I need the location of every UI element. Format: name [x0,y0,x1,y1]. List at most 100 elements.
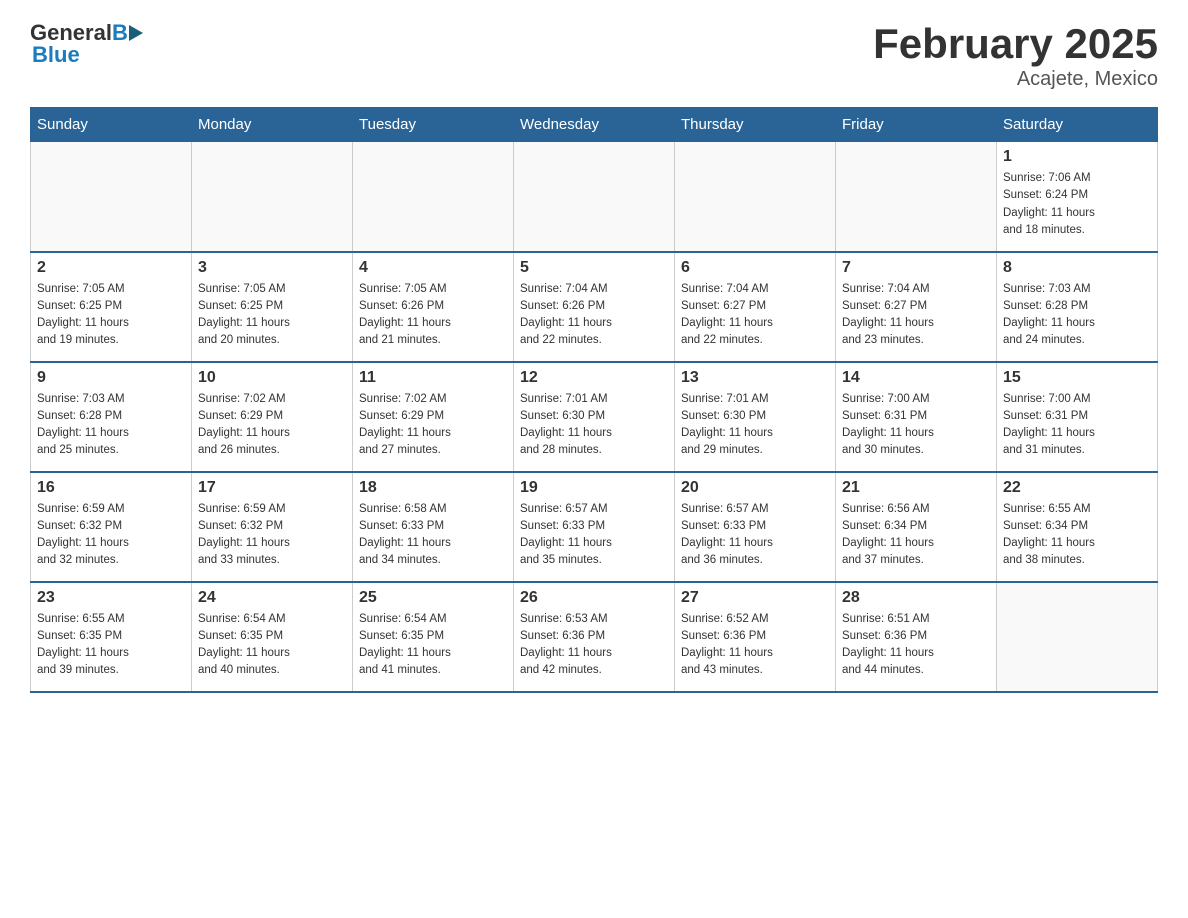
day-number: 21 [842,479,990,497]
calendar-cell [514,142,675,252]
calendar-table: SundayMondayTuesdayWednesdayThursdayFrid… [30,107,1158,693]
calendar-cell: 3 Sunrise: 7:05 AM Sunset: 6:25 PM Daylig… [192,252,353,362]
weekday-header-wednesday: Wednesday [514,108,675,142]
calendar-cell: 26 Sunrise: 6:53 AM Sunset: 6:36 PM Dayli… [514,582,675,692]
day-info: Sunrise: 7:03 AM Sunset: 6:28 PM Dayligh… [37,391,185,460]
calendar-cell: 24 Sunrise: 6:54 AM Sunset: 6:35 PM Dayli… [192,582,353,692]
calendar-cell: 28Sunrise: 6:51 AM Sunset: 6:36 PM Dayli… [836,582,997,692]
day-info: Sunrise: 6:57 AM Sunset: 6:33 PM Dayligh… [681,501,829,570]
weekday-header-tuesday: Tuesday [353,108,514,142]
day-info: Sunrise: 6:53 AM Sunset: 6:36 PM Dayligh… [520,611,668,680]
day-number: 10 [198,369,346,387]
day-number: 19 [520,479,668,497]
calendar-cell [836,142,997,252]
day-number: 20 [681,479,829,497]
calendar-cell: 27 Sunrise: 6:52 AM Sunset: 6:36 PM Dayli… [675,582,836,692]
page-header: General B Blue February 2025 Acajete, Me… [30,20,1158,91]
day-number: 13 [681,369,829,387]
day-number: 24 [198,589,346,607]
day-info: Sunrise: 6:55 AM Sunset: 6:35 PM Dayligh… [37,611,185,680]
day-number: 17 [198,479,346,497]
calendar-cell: 20 Sunrise: 6:57 AM Sunset: 6:33 PM Dayli… [675,472,836,582]
day-number: 12 [520,369,668,387]
day-number: 25 [359,589,507,607]
logo-b-text: B [112,20,128,46]
calendar-cell: 9 Sunrise: 7:03 AM Sunset: 6:28 PM Daylig… [31,362,192,472]
calendar-cell [192,142,353,252]
day-info: Sunrise: 6:54 AM Sunset: 6:35 PM Dayligh… [359,611,507,680]
logo-blue-text: Blue [30,42,80,68]
day-number: 5 [520,259,668,277]
day-number: 27 [681,589,829,607]
title-area: February 2025 Acajete, Mexico [873,20,1158,91]
day-info: Sunrise: 7:06 AM Sunset: 6:24 PM Dayligh… [1003,170,1151,239]
day-number: 6 [681,259,829,277]
calendar-cell: 13 Sunrise: 7:01 AM Sunset: 6:30 PM Dayli… [675,362,836,472]
calendar-cell: 8Sunrise: 7:03 AM Sunset: 6:28 PM Daylig… [997,252,1158,362]
day-number: 26 [520,589,668,607]
day-info: Sunrise: 7:05 AM Sunset: 6:25 PM Dayligh… [198,281,346,350]
calendar-cell: 5 Sunrise: 7:04 AM Sunset: 6:26 PM Daylig… [514,252,675,362]
day-info: Sunrise: 6:55 AM Sunset: 6:34 PM Dayligh… [1003,501,1151,570]
day-info: Sunrise: 7:00 AM Sunset: 6:31 PM Dayligh… [842,391,990,460]
weekday-header-row: SundayMondayTuesdayWednesdayThursdayFrid… [31,108,1158,142]
day-info: Sunrise: 7:00 AM Sunset: 6:31 PM Dayligh… [1003,391,1151,460]
day-number: 11 [359,369,507,387]
calendar-cell: 6 Sunrise: 7:04 AM Sunset: 6:27 PM Daylig… [675,252,836,362]
calendar-cell: 7Sunrise: 7:04 AM Sunset: 6:27 PM Daylig… [836,252,997,362]
calendar-cell: 12Sunrise: 7:01 AM Sunset: 6:30 PM Dayli… [514,362,675,472]
day-info: Sunrise: 7:02 AM Sunset: 6:29 PM Dayligh… [359,391,507,460]
day-info: Sunrise: 7:05 AM Sunset: 6:25 PM Dayligh… [37,281,185,350]
calendar-week-row: 9 Sunrise: 7:03 AM Sunset: 6:28 PM Daylig… [31,362,1158,472]
day-info: Sunrise: 7:03 AM Sunset: 6:28 PM Dayligh… [1003,281,1151,350]
weekday-header-saturday: Saturday [997,108,1158,142]
day-info: Sunrise: 6:59 AM Sunset: 6:32 PM Dayligh… [37,501,185,570]
day-info: Sunrise: 7:02 AM Sunset: 6:29 PM Dayligh… [198,391,346,460]
weekday-header-thursday: Thursday [675,108,836,142]
day-number: 16 [37,479,185,497]
calendar-cell: 22 Sunrise: 6:55 AM Sunset: 6:34 PM Dayli… [997,472,1158,582]
day-number: 22 [1003,479,1151,497]
day-number: 3 [198,259,346,277]
calendar-cell: 14 Sunrise: 7:00 AM Sunset: 6:31 PM Dayli… [836,362,997,472]
calendar-week-row: 2 Sunrise: 7:05 AM Sunset: 6:25 PM Daylig… [31,252,1158,362]
calendar-cell [997,582,1158,692]
day-info: Sunrise: 6:51 AM Sunset: 6:36 PM Dayligh… [842,611,990,680]
weekday-header-friday: Friday [836,108,997,142]
day-info: Sunrise: 6:52 AM Sunset: 6:36 PM Dayligh… [681,611,829,680]
calendar-cell: 1 Sunrise: 7:06 AM Sunset: 6:24 PM Daylig… [997,142,1158,252]
weekday-header-sunday: Sunday [31,108,192,142]
day-number: 14 [842,369,990,387]
calendar-cell: 10 Sunrise: 7:02 AM Sunset: 6:29 PM Dayli… [192,362,353,472]
day-number: 1 [1003,148,1151,166]
day-number: 2 [37,259,185,277]
calendar-cell [31,142,192,252]
calendar-cell: 4Sunrise: 7:05 AM Sunset: 6:26 PM Daylig… [353,252,514,362]
calendar-cell: 19 Sunrise: 6:57 AM Sunset: 6:33 PM Dayli… [514,472,675,582]
day-info: Sunrise: 7:04 AM Sunset: 6:26 PM Dayligh… [520,281,668,350]
day-number: 23 [37,589,185,607]
month-year-title: February 2025 [873,20,1158,68]
calendar-week-row: 16 Sunrise: 6:59 AM Sunset: 6:32 PM Dayli… [31,472,1158,582]
calendar-week-row: 23 Sunrise: 6:55 AM Sunset: 6:35 PM Dayli… [31,582,1158,692]
day-info: Sunrise: 6:54 AM Sunset: 6:35 PM Dayligh… [198,611,346,680]
calendar-cell: 16 Sunrise: 6:59 AM Sunset: 6:32 PM Dayli… [31,472,192,582]
day-info: Sunrise: 7:01 AM Sunset: 6:30 PM Dayligh… [681,391,829,460]
calendar-cell: 15 Sunrise: 7:00 AM Sunset: 6:31 PM Dayli… [997,362,1158,472]
day-number: 15 [1003,369,1151,387]
day-number: 4 [359,259,507,277]
day-info: Sunrise: 6:56 AM Sunset: 6:34 PM Dayligh… [842,501,990,570]
location-title: Acajete, Mexico [873,68,1158,91]
day-info: Sunrise: 7:04 AM Sunset: 6:27 PM Dayligh… [681,281,829,350]
calendar-cell: 25 Sunrise: 6:54 AM Sunset: 6:35 PM Dayli… [353,582,514,692]
day-info: Sunrise: 6:57 AM Sunset: 6:33 PM Dayligh… [520,501,668,570]
day-info: Sunrise: 6:59 AM Sunset: 6:32 PM Dayligh… [198,501,346,570]
day-number: 9 [37,369,185,387]
day-number: 18 [359,479,507,497]
logo: General B Blue [30,20,143,68]
calendar-week-row: 1 Sunrise: 7:06 AM Sunset: 6:24 PM Daylig… [31,142,1158,252]
day-info: Sunrise: 6:58 AM Sunset: 6:33 PM Dayligh… [359,501,507,570]
calendar-cell: 21 Sunrise: 6:56 AM Sunset: 6:34 PM Dayli… [836,472,997,582]
calendar-cell [353,142,514,252]
calendar-cell [675,142,836,252]
